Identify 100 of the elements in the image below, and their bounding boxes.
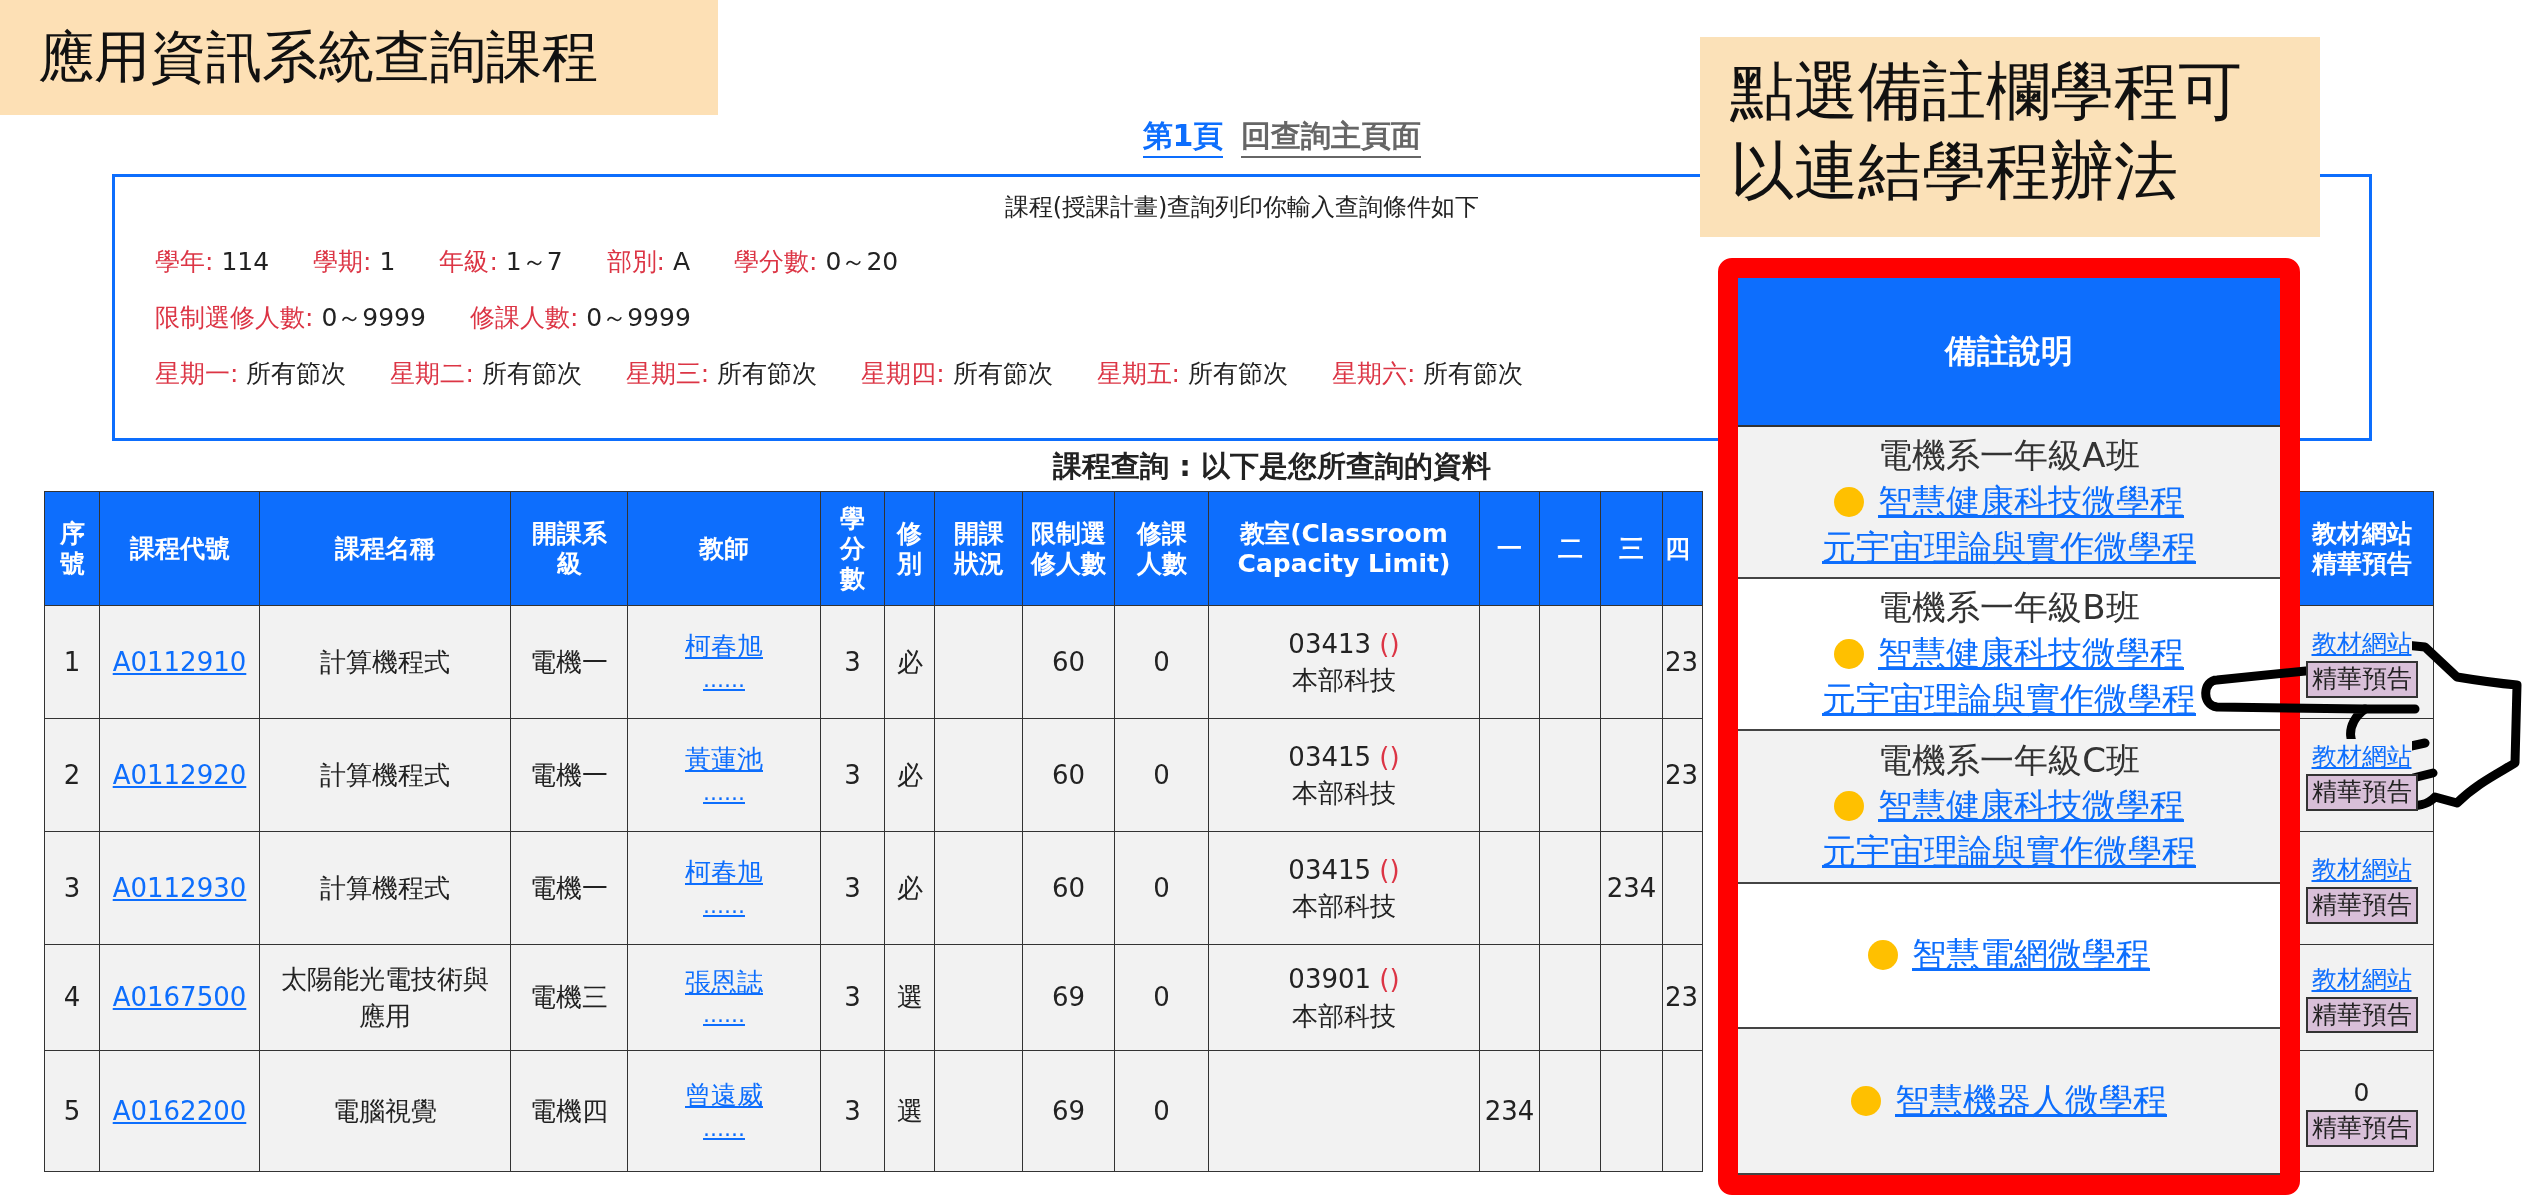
criteria-value: 0～9999 [586,303,691,332]
table-cell: 必 [884,718,935,832]
course-code-link[interactable]: A0162200 [112,1092,247,1130]
course-code-link[interactable]: A0112920 [112,756,247,794]
program-link[interactable]: 智慧電網微學程 [1912,932,2150,979]
criteria-value: 0～20 [825,247,899,276]
criteria-value: A [673,247,691,276]
column-header: 修別 [884,491,935,606]
course-code-link[interactable]: A0112930 [112,869,247,907]
table-cell: 電機三 [510,944,628,1051]
campus-label: 本部科技 [1292,890,1396,923]
column-header: 教師 [627,491,821,606]
more-link[interactable]: ...... [703,664,745,696]
table-cell: 69 [1022,1050,1115,1172]
criteria-label: 學期: [313,247,372,276]
column-header: 課程名稱 [259,491,511,606]
preview-button[interactable]: 精華預告 [2305,774,2418,811]
criteria-value: 1～7 [505,247,563,276]
campus-label: 本部科技 [1292,664,1396,697]
criteria-label: 部別: [606,247,666,276]
table-cell: 60 [1022,718,1115,832]
column-header: 課程代號 [99,491,260,606]
more-link[interactable]: ...... [703,1000,745,1032]
criteria-label: 星期六: [1331,359,1416,388]
preview-button[interactable]: 精華預告 [2305,661,2418,698]
room-code: 03415 [1288,854,1372,885]
program-link[interactable]: 智慧健康科技微學程 [1878,783,2184,830]
room-code: 03901 [1288,964,1372,995]
criteria-label: 星期三: [625,359,710,388]
table-cell: 計算機程式 [259,831,511,945]
table-cell: 0 [1114,605,1209,719]
criteria-value: 所有節次 [1423,359,1524,388]
criteria-label: 限制選修人數: [155,303,314,332]
table-cell: 選 [884,944,935,1051]
course-code-link[interactable]: A0112910 [112,643,247,681]
teacher-link[interactable]: 張恩誌 [685,963,763,1001]
table-cell: 23 [1662,944,1703,1051]
capacity-note: () [1379,854,1400,885]
teacher-link[interactable]: 曾遠威 [685,1077,763,1114]
more-link[interactable]: ...... [703,1113,745,1145]
criteria-label: 星期四: [861,359,945,388]
table-cell: 69 [1022,944,1115,1051]
table-cell: 選 [884,1050,935,1172]
column-header: 四 [1662,491,1703,606]
table-cell: 0 [1114,718,1209,832]
table-cell: 60 [1022,605,1115,719]
criteria-label: 星期二: [390,359,474,388]
criteria-value: 114 [221,247,270,276]
column-header: 教室(Classroom Capacity Limit) [1208,491,1480,606]
column-header: 開課系級 [510,491,628,606]
teacher-link[interactable]: 黃蓮池 [685,741,763,778]
remarks-header: 備註說明 [1738,278,2280,427]
criteria-value: 所有節次 [717,359,818,388]
table-cell: 3 [820,831,885,945]
nav-link[interactable]: 第1頁 [1142,118,1224,158]
criteria-value: 所有節次 [481,359,582,388]
column-header: 限制選修人數 [1022,491,1115,606]
preview-button[interactable]: 精華預告 [2305,996,2418,1034]
preview-button[interactable]: 精華預告 [2305,1110,2418,1147]
table-cell: 0 [1114,944,1209,1051]
criteria-label: 學分數: [734,247,818,276]
table-cell: 1 [44,605,100,719]
table-cell: 23 [1662,718,1703,832]
program-link[interactable]: 智慧健康科技微學程 [1878,631,2184,678]
criteria-label: 星期一: [155,359,239,388]
table-cell: 3 [820,1050,885,1172]
criteria-label: 年級: [439,247,498,276]
table-cell: 2 [44,718,100,832]
table-cell: 23 [1662,605,1703,719]
slide-title: 應用資訊系統查詢課程 [0,0,718,115]
table-cell: 電機一 [510,718,628,832]
program-link[interactable]: 元宇宙理論與實作微學程 [1822,677,2196,724]
room-code: 03415 [1288,741,1372,772]
program-link[interactable]: 智慧機器人微學程 [1895,1077,2167,1124]
criteria-label: 學年: [155,247,214,276]
program-link[interactable]: 智慧健康科技微學程 [1878,479,2184,526]
program-link[interactable]: 元宇宙理論與實作微學程 [1822,525,2196,571]
table-cell: 3 [44,831,100,945]
course-code-link[interactable]: A0167500 [112,979,247,1016]
materials-link[interactable]: 教材網站 [2311,739,2412,775]
table-cell: 3 [820,718,885,832]
column-header: 三 [1600,491,1663,606]
campus-label: 本部科技 [1292,999,1396,1033]
column-header: 學分數 [820,491,885,606]
table-cell: 必 [884,605,935,719]
column-header: 一 [1479,491,1540,606]
preview-button[interactable]: 精華預告 [2305,887,2418,924]
teacher-link[interactable]: 柯春旭 [685,854,763,891]
teacher-link[interactable]: 柯春旭 [685,628,763,665]
more-link[interactable]: ...... [703,777,745,809]
table-cell: 234 [1600,831,1663,945]
criteria-title: 課程(授課計畫)查詢列印你輸入查詢條件如下 [1004,192,1480,223]
table-cell: 太陽能光電技術與應用 [259,944,511,1051]
result-heading: 課程查詢 : 以下是您所查詢的資料 [1053,448,1491,485]
table-cell: 0 [1114,831,1209,945]
criteria-value: 所有節次 [1187,359,1288,388]
nav-link[interactable]: 回查詢主頁面 [1241,118,1422,158]
criteria-label: 星期五: [1096,359,1180,388]
more-link[interactable]: ...... [703,890,745,922]
program-link[interactable]: 元宇宙理論與實作微學程 [1822,829,2196,876]
